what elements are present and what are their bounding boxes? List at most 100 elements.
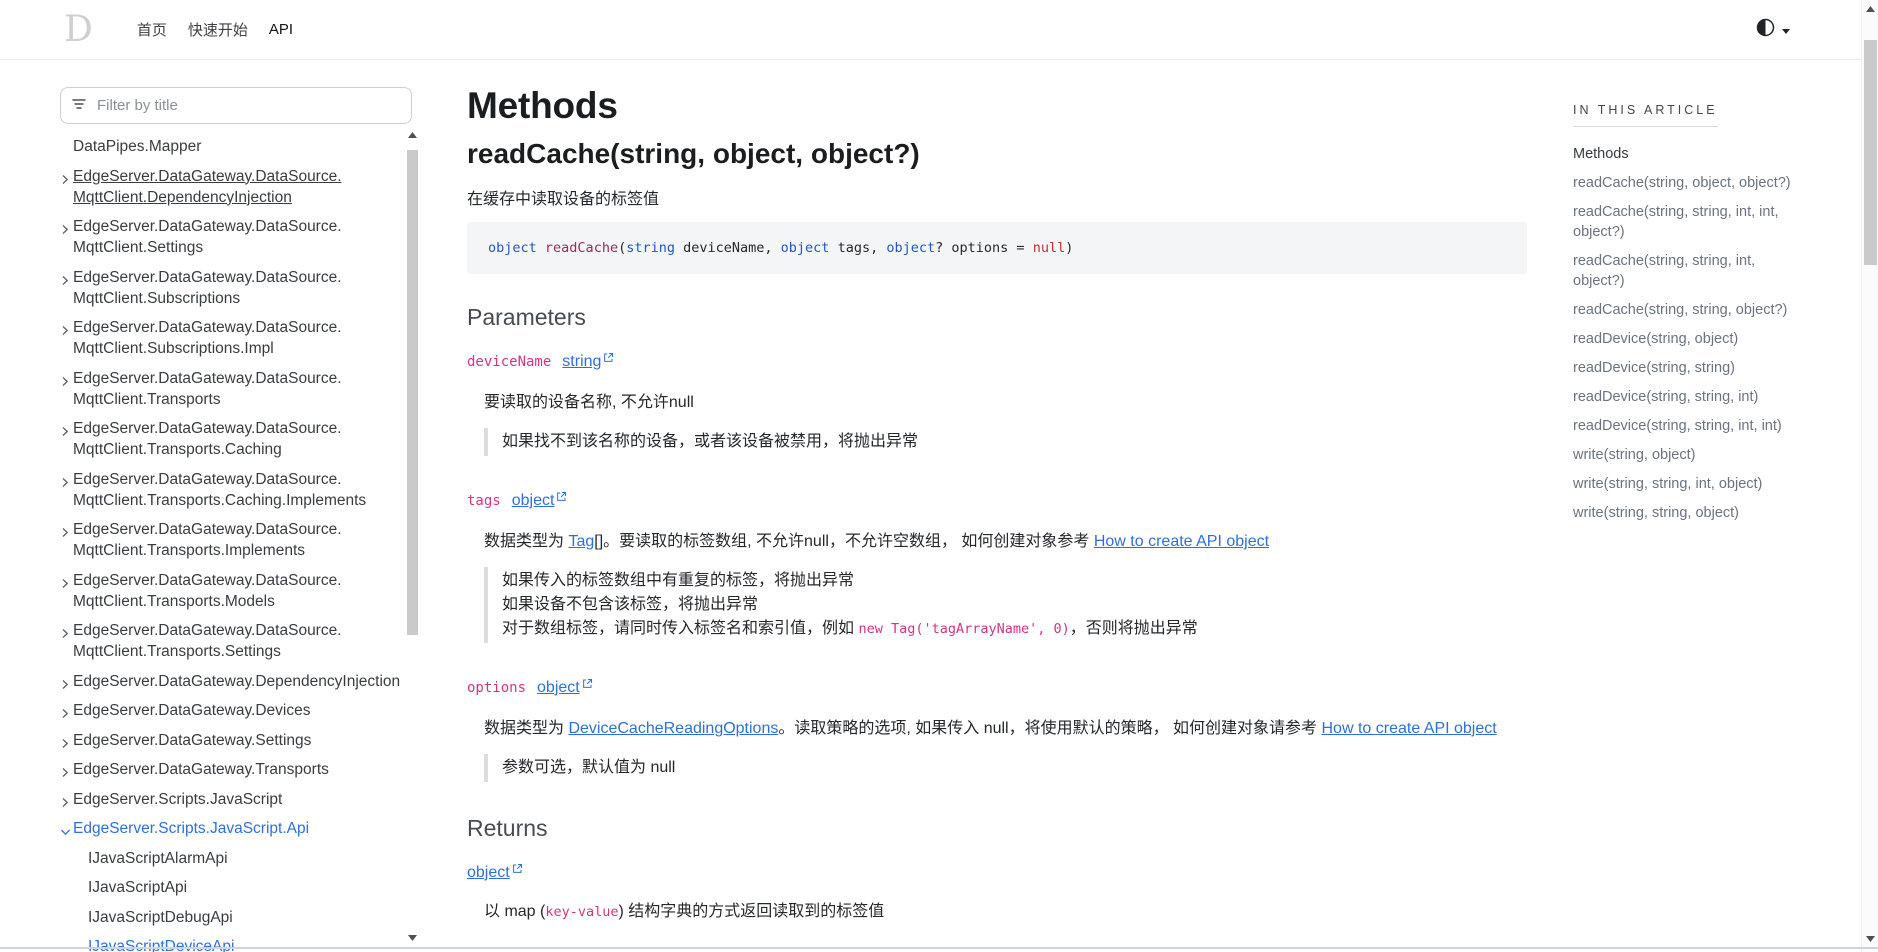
note-line: 如果传入的标签数组中有重复的标签，将抛出异常 [502,569,1527,593]
code-token: string [626,240,675,256]
sidebar-item[interactable]: EdgeServer.​Scripts.​JavaScript.​Api [60,818,405,839]
parameter-body: 数据类型为 DeviceCacheReadingOptions。读取策略的选项,… [484,715,1527,782]
toc-item[interactable]: write(string, object) [1573,445,1791,465]
type-link[interactable]: object [537,679,593,696]
toc-item[interactable]: readCache(string, string, int, object?) [1573,251,1791,291]
toc-item[interactable]: write(string, string, int, object) [1573,474,1791,494]
chevron-right-icon[interactable] [60,220,70,230]
scroll-up-icon[interactable] [404,128,421,142]
chevron-right-icon[interactable] [60,321,70,331]
sidebar-item[interactable]: IJavaScriptAlarmApi [60,848,405,869]
parameter-header: optionsobject [467,674,1527,699]
sidebar-item[interactable]: EdgeServer.​DataGateway.​DataSource.​Mqt… [60,166,405,208]
toc-item[interactable]: readDevice(string, string, int, int) [1573,416,1791,436]
toc-item[interactable]: readCache(string, string, object?) [1573,300,1791,320]
caret-down-icon [1782,21,1790,39]
sidebar-item[interactable]: EdgeServer.​DataGateway.​Settings [60,730,405,751]
sidebar-item[interactable]: IJavaScriptDeviceApi [60,936,405,952]
sidebar-item[interactable]: EdgeServer.​DataGateway.​DataSource.​Mqt… [60,570,405,612]
chevron-right-icon[interactable] [60,624,70,634]
toc-item[interactable]: readCache(string, string, int, int, obje… [1573,202,1791,242]
sidebar-item[interactable]: EdgeServer.​DataGateway.​DataSource.​Mqt… [60,469,405,511]
page-scrollbar-thumb[interactable] [1864,40,1877,265]
sidebar-item[interactable]: EdgeServer.​DataGateway.​DataSource.​Mqt… [60,317,405,359]
sidebar-item[interactable]: EdgeServer.​DataGateway.​Devices [60,700,405,721]
page-scrollbar [1861,0,1878,952]
nav-link[interactable]: 快速开始 [188,19,248,40]
nav-link[interactable]: API [269,21,293,38]
sidebar-item[interactable]: IJavaScriptDebugApi [60,907,405,928]
site-logo[interactable]: D [64,12,93,48]
sidebar-item[interactable]: EdgeServer.​DataGateway.​DataSource.​Mqt… [60,216,405,258]
code-token: object [488,240,537,256]
parameter-section: deviceNamestring要读取的设备名称, 不允许null如果找不到该名… [467,348,1527,456]
external-link-icon [582,674,593,696]
scroll-down-icon[interactable] [404,931,421,945]
sidebar-item-label: EdgeServer.​DataGateway.​DataSource.​Mqt… [73,521,342,559]
chevron-down-icon[interactable] [60,822,70,832]
chevron-right-icon[interactable] [60,793,70,803]
sidebar-item[interactable]: DataPipes.​Mapper [60,136,405,157]
chevron-right-icon[interactable] [60,422,70,432]
chevron-right-icon[interactable] [60,763,70,773]
toc-item[interactable]: readDevice(string, string, int) [1573,387,1791,407]
toc-item[interactable]: write(string, string, object) [1573,503,1791,523]
sidebar-item[interactable]: IJavaScriptApi [60,877,405,898]
chevron-right-icon[interactable] [60,704,70,714]
nav-link[interactable]: 首页 [137,19,167,40]
method-summary: 在缓存中读取设备的标签值 [467,188,1527,212]
toc-item[interactable]: readDevice(string, string) [1573,358,1791,378]
sidebar-item[interactable]: EdgeServer.​DataGateway.​Transports [60,759,405,780]
scroll-down-icon[interactable] [1862,932,1878,946]
sidebar-item[interactable]: EdgeServer.​DataGateway.​DataSource.​Mqt… [60,519,405,561]
type-link[interactable]: object [512,492,568,509]
namespace-tree: DataPipes.​Mapper EdgeServer.​DataGateway… [60,136,412,952]
doc-link[interactable]: How to create API object [1094,533,1269,550]
chevron-right-icon[interactable] [60,675,70,685]
sidebar-item-label: DataPipes.​Mapper [73,138,201,155]
note-line: 参数可选，默认值为 null [502,756,1527,780]
sidebar-item[interactable]: EdgeServer.​DataGateway.​DataSource.​Mqt… [60,620,405,662]
sidebar-item[interactable]: EdgeServer.​DataGateway.​DataSource.​Mqt… [60,267,405,309]
sidebar-item-label: EdgeServer.​DataGateway.​DataSource.​Mqt… [73,370,342,408]
toc-item[interactable]: readDevice(string, object) [1573,329,1791,349]
chevron-right-icon[interactable] [60,271,70,281]
doc-link[interactable]: Tag [568,533,594,550]
sidebar-item-label: EdgeServer.​DataGateway.​DataSource.​Mqt… [73,269,342,307]
code-token: ? options = [935,240,1033,256]
toc-item[interactable]: readCache(string, object, object?) [1573,173,1791,193]
sidebar-scrollbar-thumb[interactable] [407,150,418,635]
parameter-section: tagsobject数据类型为 Tag[]。要读取的标签数组, 不允许null，… [467,487,1527,643]
chevron-right-icon[interactable] [60,523,70,533]
note-blockquote: 如果找不到该名称的设备，或者该设备被禁用，将抛出异常 [484,428,1527,456]
sidebar-item[interactable]: EdgeServer.​DataGateway.​DependencyInjec… [60,671,405,692]
chevron-right-icon[interactable] [60,734,70,744]
filter-input[interactable] [95,96,400,115]
code-token: null [1033,240,1066,256]
returns-section: Returns object 以 map (key-value) 结构字典的方式… [467,813,1527,924]
chevron-right-icon[interactable] [60,574,70,584]
sidebar: DataPipes.​Mapper EdgeServer.​DataGateway… [60,60,412,952]
note-line: 如果找不到该名称的设备，或者该设备被禁用，将抛出异常 [502,430,1527,454]
chevron-right-icon[interactable] [60,473,70,483]
scroll-up-icon[interactable] [1862,2,1878,16]
doc-link[interactable]: How to create API object [1322,720,1497,737]
toc-item[interactable]: Methods [1573,144,1791,164]
sidebar-item[interactable]: EdgeServer.​DataGateway.​DataSource.​Mqt… [60,418,405,460]
sidebar-item[interactable]: EdgeServer.​Scripts.​JavaScript [60,789,405,810]
doc-link[interactable]: DeviceCacheReadingOptions [568,720,778,737]
chevron-right-icon[interactable] [60,372,70,382]
sidebar-item-label: EdgeServer.​DataGateway.​Settings [73,732,311,749]
theme-toggle[interactable] [1756,18,1790,42]
sidebar-item[interactable]: EdgeServer.​DataGateway.​DataSource.​Mqt… [60,368,405,410]
code-token: deviceName, [675,240,781,256]
type-link[interactable]: string [562,353,614,370]
inline-code: new Tag('tagArrayName', 0) [858,621,1069,637]
external-link-icon [512,859,523,881]
parameter-name: deviceName [467,354,551,370]
external-link-icon [603,348,614,370]
sidebar-scrollbar [404,128,421,949]
type-link[interactable]: object [467,864,523,881]
chevron-right-icon[interactable] [60,170,70,180]
sidebar-item-label: EdgeServer.​DataGateway.​DataSource.​Mqt… [73,168,342,206]
